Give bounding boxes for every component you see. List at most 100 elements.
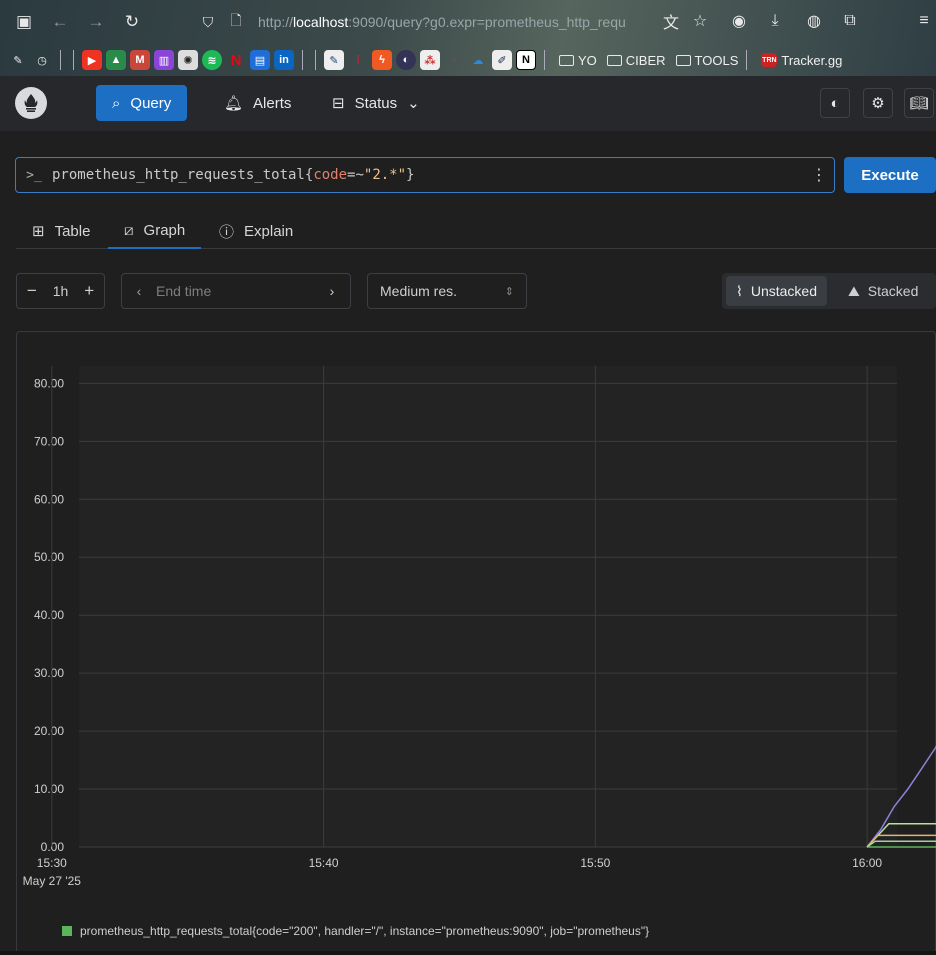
folder-icon [559,54,574,66]
translate-icon[interactable]: 文 [660,10,682,32]
extensions-icon[interactable]: ⧉ [839,10,861,32]
search-icon: ⌕ [112,94,121,112]
tracker-icon: TRN [761,53,778,67]
openai-icon[interactable]: ✺ [178,50,198,70]
y-tick-label: 10.00 [34,782,64,796]
legend-swatch[interactable] [62,926,72,936]
folder-icon [675,54,691,66]
server-icon: ⊟ [332,95,345,112]
notebook-icon[interactable]: ✐ [492,50,512,70]
bookmarks-bar: ✎ ◷ ▶ ▲ M ▥ ✺ ≋ N ▤ in ✎ ⦙ ϟ ◐ ⁂ ● ☁ ✐ N… [0,44,936,76]
x-tick-label: 15:50 [580,856,610,870]
nav-query-label: Query [130,94,172,112]
bookmark-red-icon[interactable]: ⦙ [348,50,368,70]
info-icon: ⓘ [219,223,235,241]
bookmark-folder-yo[interactable]: YO [559,53,597,68]
y-tick-label: 20.00 [34,724,64,738]
docs-book-icon[interactable]: 📖︎ [904,88,934,118]
download-icon[interactable]: ⤓ [764,10,786,32]
trello-icon[interactable]: ▤ [250,50,270,70]
netflix-icon[interactable]: N [226,50,246,70]
y-tick-label: 40.00 [34,608,64,622]
settings-gear-icon[interactable]: ⚙ [863,88,893,118]
menu-icon[interactable]: ≡ [913,10,935,32]
x-tick-label: 15:30 [37,856,67,870]
range-decrease-button[interactable]: − [17,281,47,301]
resolution-value: Medium res. [380,283,458,299]
stacked-button[interactable]: ⛰ Stacked [838,276,928,306]
cloud-icon[interactable]: ☁ [468,50,488,70]
youtube-icon[interactable]: ▶ [82,50,102,70]
divider [302,50,303,70]
query-expression[interactable]: prometheus_http_requests_total{code=~"2.… [52,167,804,183]
divider [746,50,748,70]
tab-graph[interactable]: ⧄ Graph [108,213,202,249]
more-options-icon[interactable]: ⋮ [804,165,834,185]
url-text[interactable]: http://localhost:9090/query?g0.expr=prom… [258,14,656,30]
bolt-icon[interactable]: ϟ [372,50,392,70]
chevron-down-icon: ⌄ [407,95,420,112]
legend-label[interactable]: prometheus_http_requests_total{code="200… [80,924,649,938]
theme-toggle-icon[interactable]: ◐ [820,88,850,118]
resolution-select[interactable]: Medium res. ⇕ [367,273,527,309]
x-tick-label: 16:00 [852,856,882,870]
x-date-label: May 27 '25 [23,874,82,888]
y-tick-label: 70.00 [34,434,64,448]
browser-toolbar: ▣ ← → ↻ ⛉ 🗋 http://localhost:9090/query?… [0,0,936,44]
y-tick-label: 0.00 [41,840,65,854]
bookmark-tracker[interactable]: TRN Tracker.gg [761,53,842,68]
browser-chrome: ▣ ← → ↻ ⛉ 🗋 http://localhost:9090/query?… [0,0,936,76]
url-bar[interactable]: ⛉ 🗋 http://localhost:9090/query?g0.expr=… [196,6,690,38]
end-time-input[interactable]: End time [156,283,314,299]
gmail-icon[interactable]: M [130,50,150,70]
range-value[interactable]: 1h [47,283,75,299]
end-time-control: ‹ End time › [121,273,351,309]
history-icon[interactable]: ◷ [32,50,52,70]
forward-arrow-icon[interactable]: → [82,8,110,36]
graph-icon: ⧄ [124,221,134,239]
line-chart-icon: ⌇ [736,282,743,299]
nav-query-tab[interactable]: ⌕ Query [96,85,188,121]
github-icon[interactable]: ● [444,50,464,70]
sidebar-toggle-icon[interactable]: ▣ [10,8,38,36]
folder-icon [606,54,622,66]
prometheus-logo-icon[interactable] [15,87,47,119]
profile-avatar-icon[interactable]: ◍ [803,10,825,32]
execute-button[interactable]: Execute [844,157,936,193]
tab-explain[interactable]: ⓘ Explain [203,213,309,249]
wrench-icon[interactable]: ✎ [8,50,28,70]
cluster-icon[interactable]: ⁂ [420,50,440,70]
plot-area [79,366,897,847]
bell-icon: 🔔︎ [224,95,244,112]
unstacked-button[interactable]: ⌇ Unstacked [726,276,827,306]
table-icon: ⊞ [32,223,45,240]
reload-icon[interactable]: ↻ [118,8,146,36]
shield-icon[interactable]: ⛉ [196,10,220,34]
linkedin-icon[interactable]: in [274,50,294,70]
extension-avatar-icon[interactable]: ◉ [728,10,750,32]
graph-panel: 0.00 10.00 20.00 30.00 40.00 50.00 60.00 70.00 8… [16,331,936,955]
result-tabs: ⊞ Table ⧄ Graph ⓘ Explain [16,213,936,249]
nav-status-tab[interactable]: ⊟ Status ⌄ [316,85,436,121]
back-arrow-icon[interactable]: ← [46,8,74,36]
nav-alerts-tab[interactable]: 🔔︎ Alerts [208,85,307,121]
page-info-icon[interactable]: 🗋 [224,10,248,34]
tab-table[interactable]: ⊞ Table [16,213,106,249]
star-icon[interactable]: ☆ [689,10,711,32]
drive-icon[interactable]: ▲ [106,50,126,70]
spotify-icon[interactable]: ≋ [202,50,222,70]
bottom-edge [0,951,936,955]
bookmark-folder-ciber[interactable]: CIBER [606,53,666,68]
query-input[interactable]: >_ prometheus_http_requests_total{code=~… [15,157,835,193]
time-series-chart[interactable]: 0.00 10.00 20.00 30.00 40.00 50.00 60.00 70.00 8… [17,332,936,955]
chevron-right-icon[interactable]: › [314,283,350,299]
stacking-toggle: ⌇ Unstacked ⛰ Stacked [722,273,936,309]
bookmark-folder-tools[interactable]: TOOLS [675,53,738,68]
divider [544,50,545,70]
notion-icon[interactable]: N [516,50,536,70]
twitch-icon[interactable]: ▥ [154,50,174,70]
range-increase-button[interactable]: + [74,281,104,301]
globe-icon[interactable]: ◐ [396,50,416,70]
notes-icon[interactable]: ✎ [324,50,344,70]
chevron-left-icon[interactable]: ‹ [122,283,156,299]
